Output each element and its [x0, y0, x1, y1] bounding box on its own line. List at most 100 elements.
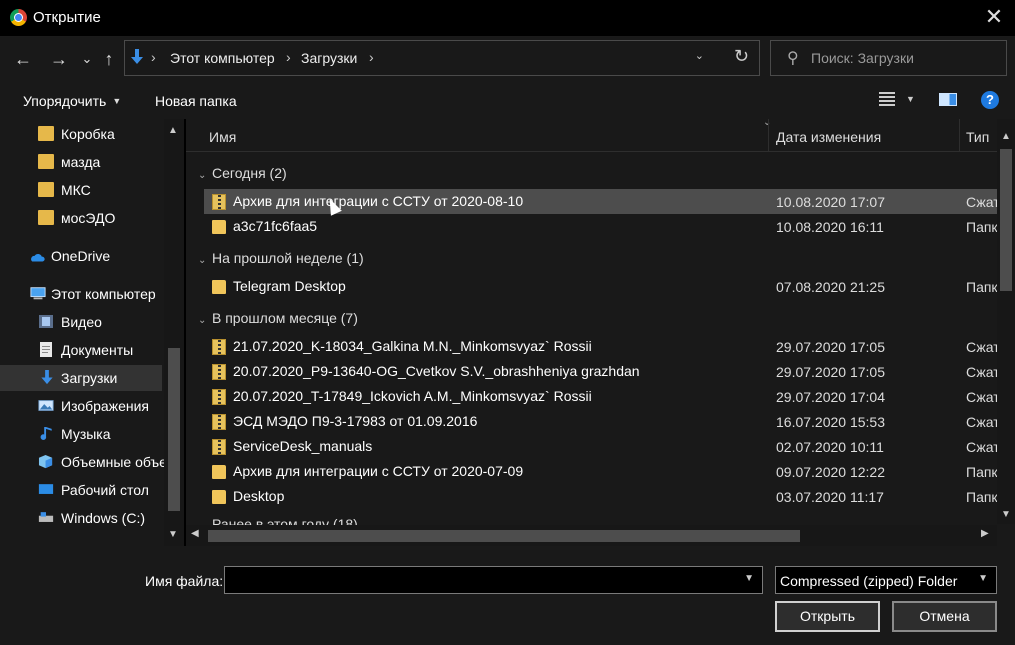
organize-button[interactable]: Упорядочить ▼ — [23, 93, 121, 109]
pictures-icon — [38, 400, 54, 411]
breadcrumb-this-pc[interactable]: Этот компьютер — [170, 50, 275, 66]
file-row[interactable]: Telegram Desktop 07.08.2020 21:25 Папк — [204, 274, 998, 299]
new-folder-button[interactable]: Новая папка — [155, 93, 237, 109]
sidebar-item-video[interactable]: Видео — [0, 309, 162, 335]
chevron-down-icon[interactable]: ▼ — [978, 573, 988, 584]
refresh-icon[interactable]: ↻ — [734, 46, 749, 67]
file-row[interactable]: ЭСД МЭДО П9-3-17983 от 01.09.2016 16.07.… — [204, 409, 1000, 434]
file-row[interactable]: a3c71fc6faa5 10.08.2020 16:11 Папк — [204, 214, 998, 239]
group-label: На прошлой неделе (1) — [212, 250, 364, 266]
file-row[interactable]: 20.07.2020_T-17849_Ickovich A.M._Minkoms… — [204, 384, 1000, 409]
address-dropdown-icon[interactable]: ⌄ — [695, 49, 704, 62]
sidebar-item-pictures[interactable]: Изображения — [0, 393, 162, 419]
group-header-last-week[interactable]: ⌄ На прошлой неделе (1) — [198, 250, 364, 266]
file-row[interactable]: Архив для интеграции с ССТУ от 2020-07-0… — [204, 459, 998, 484]
filename-combobox[interactable]: ▼ — [224, 566, 763, 594]
file-name: ЭСД МЭДО П9-3-17983 от 01.09.2016 — [233, 413, 478, 429]
file-row[interactable]: Desktop 03.07.2020 11:17 Папк — [204, 484, 998, 509]
sidebar-item-label: Коробка — [61, 126, 115, 142]
back-arrow-icon[interactable]: ← — [12, 48, 34, 70]
horizontal-scrollbar[interactable]: ◀ ▶ — [186, 525, 997, 546]
group-header-last-month[interactable]: ⌄ В прошлом месяце (7) — [198, 310, 358, 326]
sidebar-item-label: Этот компьютер — [51, 286, 156, 302]
dialog-footer: Имя файла: ▼ Compressed (zipped) Folder … — [0, 546, 1015, 645]
file-type: Папк — [966, 219, 998, 235]
zip-folder-icon — [212, 439, 226, 455]
file-type: Папк — [966, 464, 998, 480]
cancel-button[interactable]: Отмена — [892, 601, 997, 632]
drive-icon — [38, 512, 54, 522]
scroll-down-icon[interactable]: ▼ — [1001, 509, 1011, 520]
file-date: 16.07.2020 15:53 — [776, 414, 885, 430]
sidebar-item-this-pc[interactable]: Этот компьютер — [0, 281, 162, 307]
breadcrumb-separator: › — [151, 49, 156, 65]
sidebar-item-label: Документы — [61, 342, 134, 358]
preview-pane-icon[interactable] — [939, 93, 957, 106]
zip-folder-icon — [212, 389, 226, 405]
file-row[interactable]: 20.07.2020_P9-13640-OG_Cvetkov S.V._obra… — [204, 359, 1000, 384]
sidebar-item-korobka[interactable]: Коробка — [0, 121, 162, 147]
pinned-folder-icon — [38, 154, 54, 169]
forward-arrow-icon[interactable]: → — [48, 48, 70, 70]
file-name: Архив для интеграции с ССТУ от 2020-07-0… — [233, 463, 524, 479]
close-button[interactable]: ✕ — [983, 5, 1005, 29]
group-label: В прошлом месяце (7) — [212, 310, 358, 326]
sidebar-item-music[interactable]: Музыка — [0, 421, 162, 447]
group-header-today[interactable]: ⌄ Сегодня (2) — [198, 165, 287, 181]
sidebar-item-label: Рабочий стол — [61, 482, 149, 498]
sidebar-item-onedrive[interactable]: OneDrive — [0, 243, 162, 269]
scrollbar-thumb[interactable] — [168, 348, 180, 511]
breadcrumb-downloads[interactable]: Загрузки — [301, 50, 357, 66]
sidebar-item-mosedo[interactable]: мосЭДО — [0, 205, 162, 231]
file-row[interactable]: Архив для интеграции с ССТУ от 2020-08-1… — [204, 189, 1000, 214]
scroll-left-icon[interactable]: ◀ — [191, 528, 199, 539]
sidebar-item-mks[interactable]: МКС — [0, 177, 162, 203]
scrollbar-thumb[interactable] — [1000, 149, 1012, 291]
sidebar-item-3d-objects[interactable]: Объемные объе — [0, 449, 167, 475]
view-options-icon[interactable] — [879, 92, 895, 106]
folder-icon — [212, 465, 226, 479]
column-name[interactable]: Имя — [209, 129, 236, 145]
address-bar[interactable]: › Этот компьютер › Загрузки › ⌄ ↻ — [124, 40, 760, 76]
filename-input[interactable] — [229, 571, 729, 589]
column-date-modified[interactable]: Дата изменения — [776, 129, 881, 145]
scroll-right-icon[interactable]: ▶ — [981, 528, 989, 539]
scrollbar-thumb[interactable] — [208, 530, 800, 542]
breadcrumb-separator[interactable]: › — [369, 49, 374, 65]
sidebar-item-windows-c[interactable]: Windows (C:) — [0, 505, 162, 531]
scroll-up-icon[interactable]: ▲ — [168, 125, 178, 136]
vertical-scrollbar[interactable]: ▲ ▼ — [997, 119, 1015, 524]
scroll-up-icon[interactable]: ▲ — [1001, 131, 1011, 142]
column-divider[interactable] — [959, 119, 960, 152]
file-row[interactable]: ServiceDesk_manuals 02.07.2020 10:11 Сжа… — [204, 434, 1000, 459]
caret-down-icon: ▼ — [112, 96, 122, 106]
sidebar-scrollbar[interactable]: ▲ ▼ — [164, 119, 184, 546]
search-input[interactable] — [811, 48, 996, 68]
sidebar-item-documents[interactable]: Документы — [0, 337, 162, 363]
help-icon[interactable]: ? — [981, 91, 999, 109]
file-list: Имя ⌄ Дата изменения Тип ⌄ Сегодня (2) Ар… — [186, 119, 1015, 546]
file-date: 10.08.2020 17:07 — [776, 194, 885, 210]
filetype-select[interactable]: Compressed (zipped) Folder ▼ — [775, 566, 997, 594]
view-dropdown-icon[interactable]: ▼ — [906, 94, 915, 104]
chevron-down-icon[interactable]: ▼ — [744, 573, 754, 584]
breadcrumb-separator[interactable]: › — [286, 49, 291, 65]
sidebar-item-downloads[interactable]: Загрузки — [0, 365, 162, 391]
file-row[interactable]: 21.07.2020_K-18034_Galkina M.N._Minkomsv… — [204, 334, 1000, 359]
column-divider[interactable] — [768, 119, 769, 152]
open-button[interactable]: Открыть — [775, 601, 880, 632]
filename-label: Имя файла: — [145, 573, 224, 589]
sidebar-item-label: Видео — [61, 314, 102, 330]
search-box[interactable]: ⚲ — [770, 40, 1007, 76]
up-arrow-icon[interactable]: ↑ — [98, 48, 120, 70]
sidebar-item-label: МКС — [61, 182, 91, 198]
scroll-down-icon[interactable]: ▼ — [168, 529, 178, 540]
file-date: 03.07.2020 11:17 — [776, 489, 884, 505]
recent-locations-chevron-icon[interactable]: ⌄ — [76, 48, 98, 70]
sidebar-item-desktop[interactable]: Рабочий стол — [0, 477, 162, 503]
file-name: 20.07.2020_T-17849_Ickovich A.M._Minkoms… — [233, 388, 592, 404]
sidebar-item-mazda[interactable]: мазда — [0, 149, 162, 175]
folder-icon — [212, 280, 226, 294]
column-type[interactable]: Тип — [966, 129, 989, 145]
file-date: 07.08.2020 21:25 — [776, 279, 885, 295]
